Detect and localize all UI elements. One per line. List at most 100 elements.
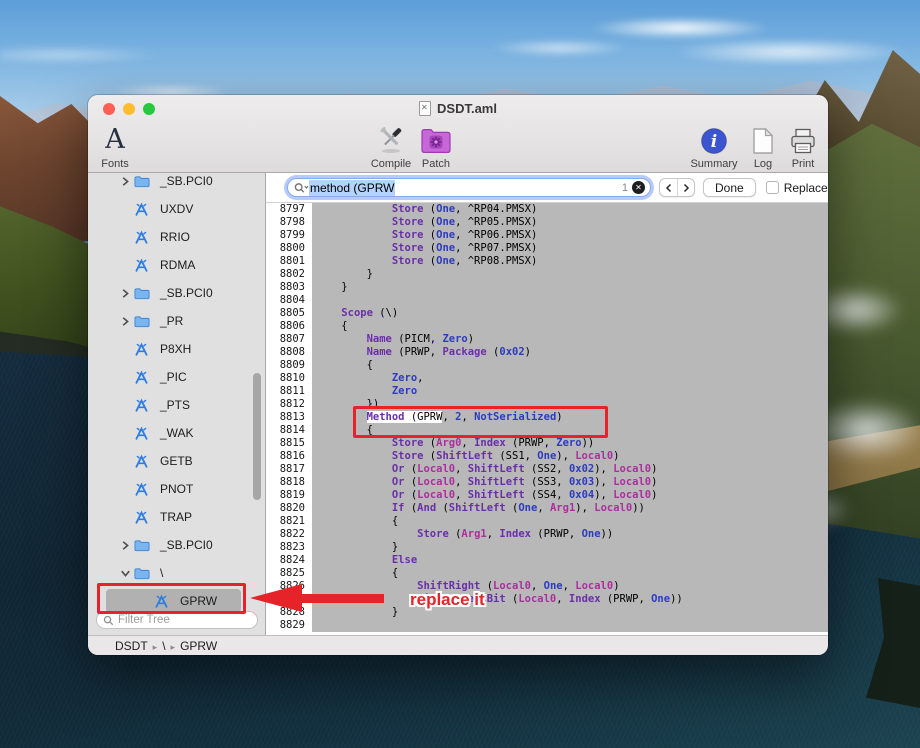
clear-search-icon[interactable]: ✕ bbox=[632, 181, 645, 194]
patch-button[interactable]: Patch bbox=[410, 123, 462, 170]
code-line[interactable]: 8811 Zero bbox=[266, 385, 828, 398]
line-number: 8808 bbox=[266, 346, 312, 359]
code-line[interactable]: 8825 { bbox=[266, 567, 828, 580]
code-text: Store (One, ^RP06.PMSX) bbox=[312, 229, 828, 242]
sidebar-item-label: UXDV bbox=[160, 202, 193, 216]
code-text: Store (One, ^RP05.PMSX) bbox=[312, 216, 828, 229]
breadcrumb-item[interactable]: GPRW bbox=[180, 639, 217, 653]
code-line[interactable]: 8802 } bbox=[266, 268, 828, 281]
sidebar-item-trap[interactable]: TRAP bbox=[88, 503, 265, 531]
code-line[interactable]: 8803 } bbox=[266, 281, 828, 294]
code-line[interactable]: 8798 Store (One, ^RP05.PMSX) bbox=[266, 216, 828, 229]
code-line[interactable]: 8829 bbox=[266, 619, 828, 632]
line-number: 8819 bbox=[266, 489, 312, 502]
sidebar-item-pnot[interactable]: PNOT bbox=[88, 475, 265, 503]
zoom-button[interactable] bbox=[143, 103, 155, 115]
code-line[interactable]: 8820 If (And (ShiftLeft (One, Arg1), Loc… bbox=[266, 502, 828, 515]
line-number: 8816 bbox=[266, 450, 312, 463]
code-text: } bbox=[312, 606, 828, 619]
search-input[interactable]: method (GPRW 1 ✕ bbox=[287, 178, 651, 197]
print-button[interactable]: Print bbox=[782, 123, 824, 170]
code-text: Store (Arg0, Index (PRWP, Zero)) bbox=[312, 437, 828, 450]
code-line[interactable]: 8815 Store (Arg0, Index (PRWP, Zero)) bbox=[266, 437, 828, 450]
sidebar-scrollbar-thumb[interactable] bbox=[253, 373, 261, 500]
breadcrumb-item[interactable]: \ bbox=[162, 639, 165, 653]
code-line[interactable]: 8818 Or (Local0, ShiftLeft (SS3, 0x03), … bbox=[266, 476, 828, 489]
sidebar: _SB.PCI0UXDVRRIORDMA_SB.PCI0_PRP8XH_PIC_… bbox=[88, 173, 266, 635]
code-line[interactable]: 8807 Name (PICM, Zero) bbox=[266, 333, 828, 346]
code-line[interactable]: 8817 Or (Local0, ShiftLeft (SS2, 0x02), … bbox=[266, 463, 828, 476]
line-number: 8824 bbox=[266, 554, 312, 567]
code-line[interactable]: 8804 bbox=[266, 294, 828, 307]
line-number: 8803 bbox=[266, 281, 312, 294]
find-previous-button[interactable] bbox=[660, 179, 677, 196]
annotation-label: replace it bbox=[410, 590, 485, 610]
line-number: 8810 bbox=[266, 372, 312, 385]
code-line[interactable]: 8824 Else bbox=[266, 554, 828, 567]
line-number: 8806 bbox=[266, 320, 312, 333]
replace-label: Replace bbox=[784, 181, 828, 195]
disclosure-right-icon[interactable] bbox=[120, 540, 134, 551]
sidebar-item-pr[interactable]: _PR bbox=[88, 307, 265, 335]
sidebar-item-rrio[interactable]: RRIO bbox=[88, 223, 265, 251]
folder-icon bbox=[134, 173, 151, 189]
replace-toggle[interactable]: Replace bbox=[766, 181, 828, 195]
sidebar-item-sbpci0[interactable]: _SB.PCI0 bbox=[88, 279, 265, 307]
method-icon bbox=[134, 453, 151, 469]
code-line[interactable]: 8805 Scope (\) bbox=[266, 307, 828, 320]
line-number: 8822 bbox=[266, 528, 312, 541]
disclosure-down-icon[interactable] bbox=[120, 568, 134, 578]
code-line[interactable]: 8828 } bbox=[266, 606, 828, 619]
line-number: 8804 bbox=[266, 294, 312, 307]
find-next-button[interactable] bbox=[677, 179, 694, 196]
method-icon bbox=[134, 509, 151, 525]
log-icon bbox=[742, 123, 784, 155]
disclosure-right-icon[interactable] bbox=[120, 316, 134, 327]
code-text bbox=[312, 294, 828, 307]
code-line[interactable]: 8821 { bbox=[266, 515, 828, 528]
code-line[interactable]: 8823 } bbox=[266, 541, 828, 554]
code-line[interactable]: 8816 Store (ShiftLeft (SS1, One), Local0… bbox=[266, 450, 828, 463]
code-text: } bbox=[312, 541, 828, 554]
code-line[interactable]: 8800 Store (One, ^RP07.PMSX) bbox=[266, 242, 828, 255]
sidebar-item-sbpci0[interactable]: _SB.PCI0 bbox=[88, 173, 265, 195]
code-line[interactable]: 8797 Store (One, ^RP04.PMSX) bbox=[266, 203, 828, 216]
fonts-button[interactable]: A Fonts bbox=[92, 123, 138, 170]
sidebar-item-wak[interactable]: _WAK bbox=[88, 419, 265, 447]
sidebar-item-uxdv[interactable]: UXDV bbox=[88, 195, 265, 223]
find-nav-buttons bbox=[659, 178, 695, 197]
replace-checkbox[interactable] bbox=[766, 181, 779, 194]
line-number: 8823 bbox=[266, 541, 312, 554]
code-line[interactable]: 8799 Store (One, ^RP06.PMSX) bbox=[266, 229, 828, 242]
search-menu-icon[interactable] bbox=[294, 182, 309, 194]
code-line[interactable]: 8822 Store (Arg1, Index (PRWP, One)) bbox=[266, 528, 828, 541]
code-line[interactable]: 8809 { bbox=[266, 359, 828, 372]
code-line[interactable]: 8806 { bbox=[266, 320, 828, 333]
code-line[interactable]: 8819 Or (Local0, ShiftLeft (SS4, 0x04), … bbox=[266, 489, 828, 502]
sidebar-item-p8xh[interactable]: P8XH bbox=[88, 335, 265, 363]
sidebar-item-rdma[interactable]: RDMA bbox=[88, 251, 265, 279]
filter-tree-placeholder: Filter Tree bbox=[118, 614, 170, 626]
code-text: FindSetLeftBit (Local0, Index (PRWP, One… bbox=[312, 593, 828, 606]
done-button[interactable]: Done bbox=[703, 178, 756, 197]
code-line[interactable]: 8810 Zero, bbox=[266, 372, 828, 385]
minimize-button[interactable] bbox=[123, 103, 135, 115]
code-line[interactable]: 8801 Store (One, ^RP08.PMSX) bbox=[266, 255, 828, 268]
folder-icon bbox=[134, 313, 151, 329]
disclosure-right-icon[interactable] bbox=[120, 288, 134, 299]
code-line[interactable]: 8826 ShiftRight (Local0, One, Local0) bbox=[266, 580, 828, 593]
breadcrumb-item[interactable]: DSDT bbox=[115, 639, 148, 653]
code-text: { bbox=[312, 567, 828, 580]
log-button[interactable]: Log bbox=[742, 123, 784, 170]
title-bar[interactable]: DSDT.aml bbox=[88, 95, 828, 121]
code-line[interactable]: 8808 Name (PRWP, Package (0x02) bbox=[266, 346, 828, 359]
sidebar-item-pic[interactable]: _PIC bbox=[88, 363, 265, 391]
sidebar-item-getb[interactable]: GETB bbox=[88, 447, 265, 475]
line-number: 8800 bbox=[266, 242, 312, 255]
close-button[interactable] bbox=[103, 103, 115, 115]
sidebar-item-sbpci0[interactable]: _SB.PCI0 bbox=[88, 531, 265, 559]
code-text: Name (PICM, Zero) bbox=[312, 333, 828, 346]
disclosure-right-icon[interactable] bbox=[120, 176, 134, 187]
sidebar-item-pts[interactable]: _PTS bbox=[88, 391, 265, 419]
summary-button[interactable]: i Summary bbox=[683, 123, 745, 170]
